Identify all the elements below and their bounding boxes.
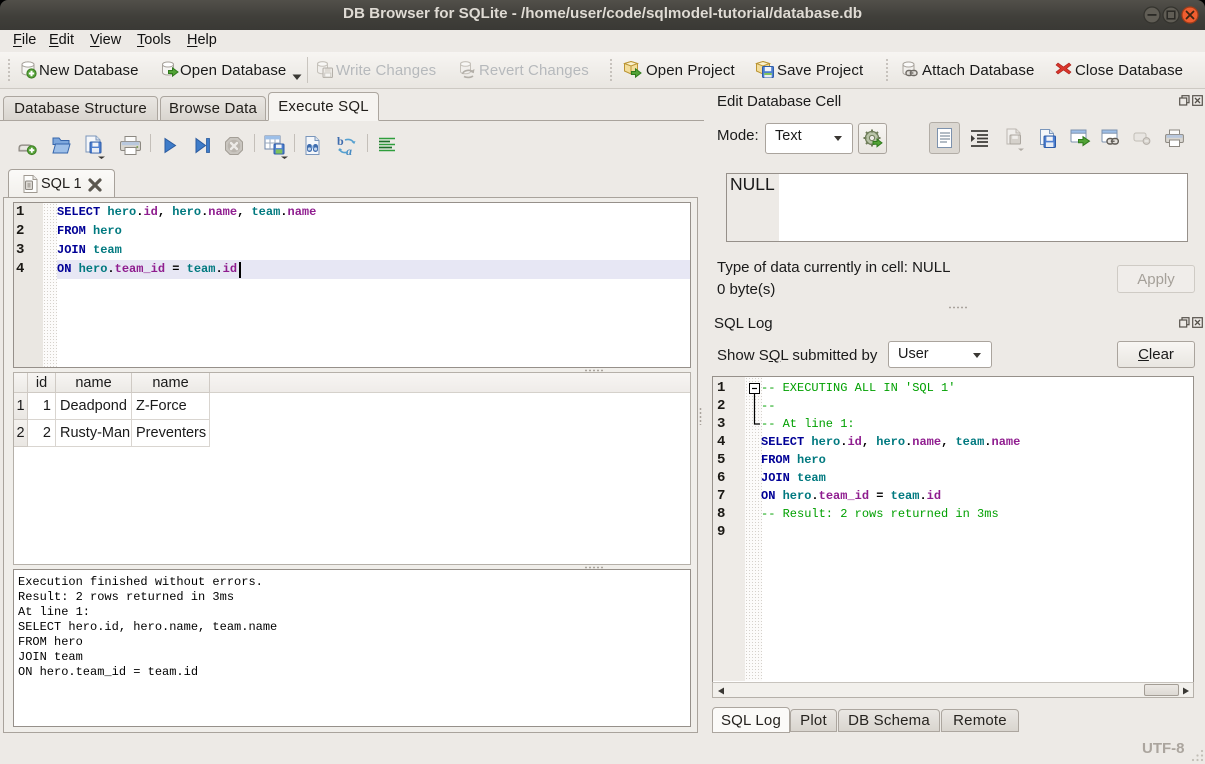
svg-text:a: a bbox=[346, 144, 352, 157]
svg-text:b: b bbox=[337, 135, 344, 148]
